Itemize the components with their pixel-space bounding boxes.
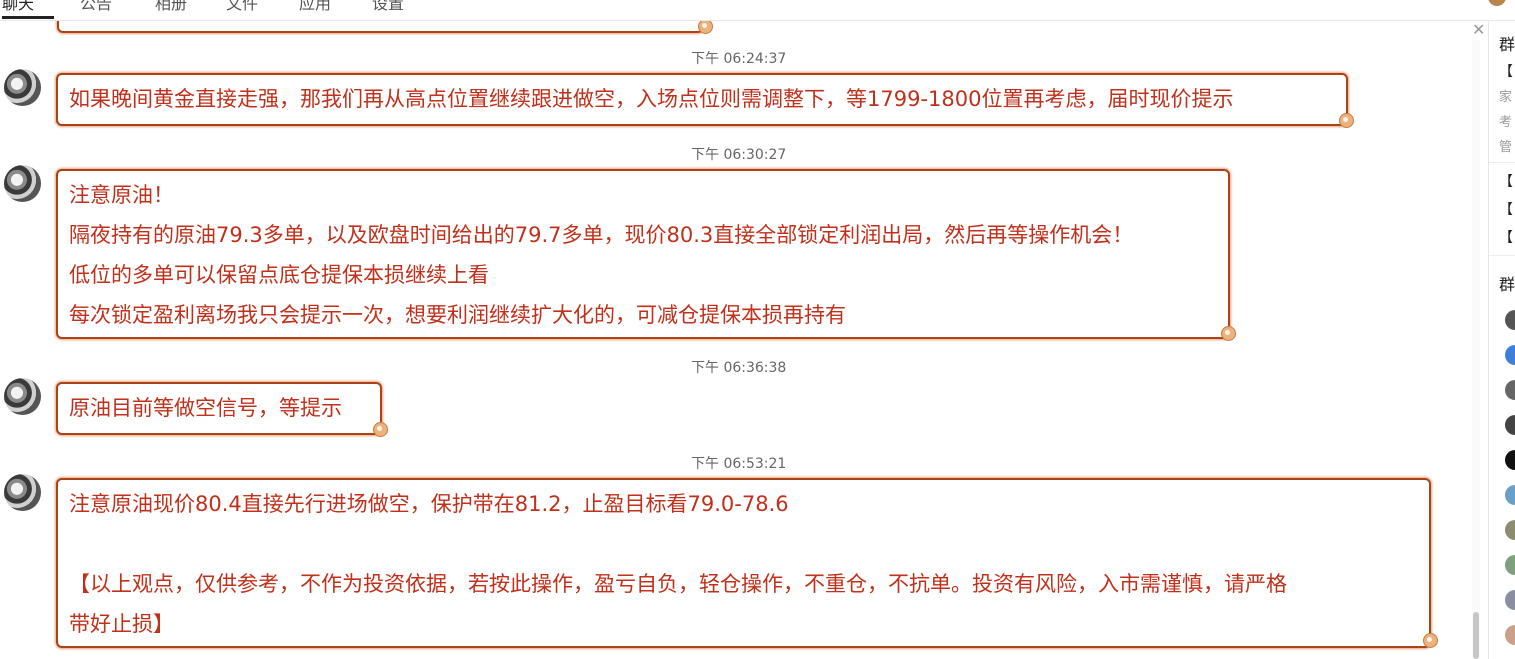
scrollbar-thumb[interactable]	[1473, 612, 1479, 659]
message-text: 原油目前等做空信号，等提示	[69, 396, 342, 420]
panel-item[interactable]: 【	[1499, 171, 1513, 191]
message-text: 注意原油！	[69, 183, 174, 207]
tab-apps[interactable]: 应用	[299, 0, 331, 14]
member-avatar[interactable]	[1505, 450, 1515, 470]
bubble-seal-icon	[1221, 326, 1236, 341]
notice-text: 【	[1499, 64, 1513, 80]
message-bubble: 如果晚间黄金直接走强，那我们再从高点位置继续跟进做空，入场点位则需调整下，等17…	[56, 73, 1348, 126]
bubble-seal-icon	[1423, 633, 1438, 648]
tab-files[interactable]: 文件	[226, 0, 258, 14]
member-avatar[interactable]	[1505, 625, 1515, 645]
message-text: 【以上观点，仅供参考，不作为投资依据，若按此操作，盈亏自负，轻仓操作，不重仓，不…	[69, 572, 1287, 596]
member-avatar[interactable]	[1505, 485, 1515, 505]
message-text	[69, 524, 1429, 564]
tab-album[interactable]: 相册	[155, 0, 187, 14]
message-text: 每次锁定盈利离场我只会提示一次，想要利润继续扩大化的，可减仓提保本损再持有	[69, 303, 846, 327]
tab-settings[interactable]: 设置	[372, 0, 404, 14]
message-text: 注意原油现价80.4直接先行进场做空，保护带在81.2，止盈目标看79.0-78…	[69, 492, 789, 516]
message-text: 隔夜持有的原油79.3多单，以及欧盘时间给出的79.7多单，现价80.3直接全部…	[69, 223, 1134, 247]
sender-avatar[interactable]	[4, 378, 41, 415]
sender-avatar[interactable]	[4, 474, 41, 511]
notice-text: 家	[1499, 90, 1513, 105]
sender-avatar[interactable]	[4, 165, 41, 202]
member-avatar[interactable]	[1505, 590, 1515, 610]
divider	[1489, 255, 1515, 256]
bubble-seal-icon	[1339, 113, 1354, 128]
notice-text: 管	[1499, 140, 1513, 155]
message-bubble: 注意原油！ 隔夜持有的原油79.3多单，以及欧盘时间给出的79.7多单，现价80…	[56, 169, 1230, 339]
member-avatar[interactable]	[1505, 345, 1515, 365]
message-timestamp: 下午 06:53:21	[691, 456, 787, 472]
member-avatar[interactable]	[1505, 520, 1515, 540]
tab-chat[interactable]: 聊天	[2, 0, 34, 14]
close-icon[interactable]: ✕	[1472, 20, 1485, 39]
divider	[1489, 162, 1515, 163]
message-text: 带好止损】	[69, 612, 174, 636]
message-timestamp: 下午 06:24:37	[691, 51, 787, 67]
panel-item[interactable]: 【	[1499, 227, 1513, 247]
message-timestamp: 下午 06:36:38	[691, 360, 787, 376]
tab-bar: 聊天 公告 相册 文件 应用 设置	[0, 0, 1515, 21]
message-bubble-partial	[57, 21, 704, 33]
scrollbar-track[interactable]	[1472, 40, 1480, 659]
member-avatar[interactable]	[1505, 380, 1515, 400]
active-tab-indicator	[2, 16, 54, 19]
message-bubble: 注意原油现价80.4直接先行进场做空，保护带在81.2，止盈目标看79.0-78…	[56, 478, 1431, 648]
message-text: 低位的多单可以保留点底仓提保本损继续上看	[69, 263, 489, 287]
message-timestamp: 下午 06:30:27	[691, 147, 787, 163]
tab-announcement[interactable]: 公告	[80, 0, 112, 14]
member-avatar[interactable]	[1505, 310, 1515, 330]
group-info-panel: 群 【 家 考 管 【 【 【 群	[1488, 21, 1515, 659]
sender-avatar[interactable]	[4, 69, 41, 106]
member-avatar[interactable]	[1505, 415, 1515, 435]
bubble-seal-icon	[698, 21, 713, 34]
panel-section-title: 群	[1499, 35, 1515, 54]
bubble-seal-icon	[373, 422, 388, 437]
chat-area: 下午 06:24:37 如果晚间黄金直接走强，那我们再从高点位置继续跟进做空，入…	[0, 21, 1470, 659]
message-bubble: 原油目前等做空信号，等提示	[56, 382, 382, 435]
member-avatar[interactable]	[1505, 555, 1515, 575]
notice-text: 考	[1499, 115, 1513, 130]
message-text: 如果晚间黄金直接走强，那我们再从高点位置继续跟进做空，入场点位则需调整下，等17…	[69, 87, 1234, 111]
panel-item[interactable]: 【	[1499, 199, 1513, 219]
panel-section-title: 群	[1499, 275, 1515, 294]
